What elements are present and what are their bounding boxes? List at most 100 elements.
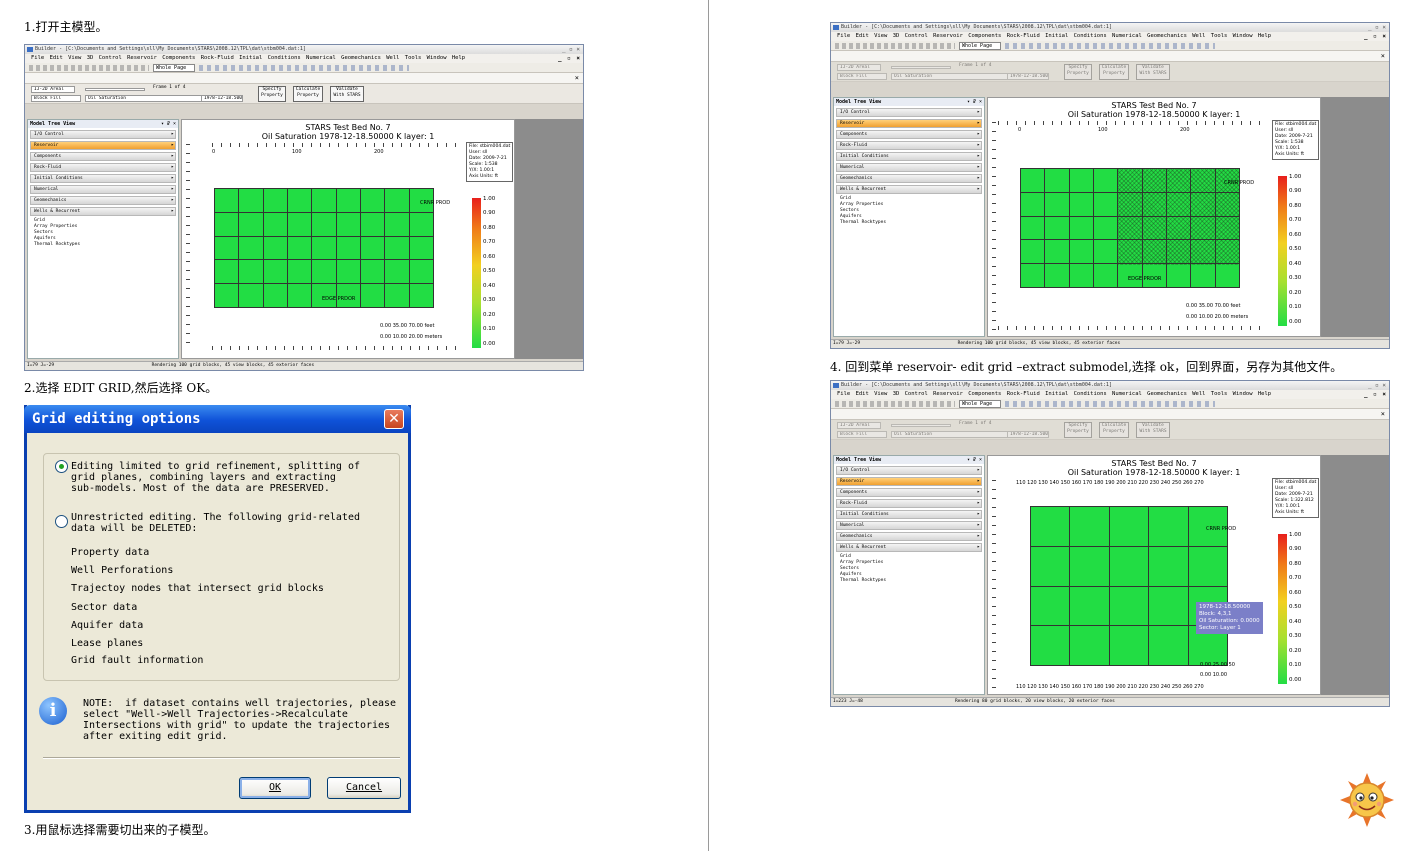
menu-initial-conditions[interactable]: Initial Conditions [1045,33,1107,39]
menu-tools[interactable]: Tools [1211,33,1228,39]
tree-io-control[interactable]: I/O Control [30,130,176,139]
validate-button[interactable]: Validate With STARS [330,86,364,102]
menu-rock-fluid[interactable]: Rock-Fluid [1007,33,1040,39]
property-select[interactable]: Oil Saturation [891,431,1025,438]
tree-numerical[interactable]: Numerical [836,163,982,172]
menu-file[interactable]: File [837,391,850,397]
block-fill-select[interactable]: Block Fill [31,95,81,102]
close-icon[interactable]: × [575,74,579,82]
menu-tools[interactable]: Tools [405,55,422,61]
property-select[interactable]: Oil Saturation [891,73,1025,80]
tree-sub-thermal[interactable]: Thermal Rocktypes [834,578,984,584]
menu-reservoir[interactable]: Reservoir [933,33,963,39]
specify-property-button[interactable]: Specify Property [1064,422,1092,438]
tree-reservoir[interactable]: Reservoir [836,119,982,128]
specify-property-button[interactable]: Specify Property [1064,64,1092,80]
cancel-button[interactable]: Cancel [327,777,401,799]
tree-numerical[interactable]: Numerical [836,521,982,530]
mdi-controls-icon[interactable]: _ ▫ × [558,54,580,63]
menu-3d-control[interactable]: 3D Control [893,33,928,39]
menu-bar[interactable]: File Edit View 3D Control Reservoir Comp… [25,54,583,63]
view-mode-select[interactable]: IJ-2D Areal [837,64,881,71]
menu-tools[interactable]: Tools [1211,391,1228,397]
tree-initial-conditions[interactable]: Initial Conditions [836,152,982,161]
tree-rock-fluid[interactable]: Rock-Fluid [836,499,982,508]
plot-area[interactable]: STARS Test Bed No. 7 Oil Saturation 1978… [987,455,1321,695]
mdi-controls-icon[interactable]: _ ▫ × [1364,32,1386,41]
close-icon[interactable]: × [1381,410,1385,418]
window-controls-icon[interactable]: _ ▫ × [562,45,580,54]
tree-components[interactable]: Components [836,130,982,139]
menu-window[interactable]: Window [427,55,447,61]
menu-numerical[interactable]: Numerical [306,55,336,61]
menu-view[interactable]: View [68,55,81,61]
menu-initial-conditions[interactable]: Initial Conditions [1045,391,1107,397]
plot-area[interactable]: STARS Test Bed No. 7 Oil Saturation 1978… [987,97,1321,337]
tree-sub-thermal[interactable]: Thermal Rocktypes [834,220,984,226]
menu-numerical[interactable]: Numerical [1112,391,1142,397]
radio-limited-editing[interactable] [55,460,68,473]
close-icon[interactable]: × [1381,52,1385,60]
ok-button[interactable]: OK [239,777,311,799]
menu-window[interactable]: Window [1233,33,1253,39]
menu-rock-fluid[interactable]: Rock-Fluid [201,55,234,61]
pin-close-icon[interactable]: ▾ ₽ × [161,120,176,128]
frame-slider[interactable] [85,88,145,91]
view-mode-select[interactable]: IJ-2D Areal [31,86,75,93]
block-fill-select[interactable]: Block Fill [837,73,887,80]
menu-view[interactable]: View [874,391,887,397]
menu-bar[interactable]: File Edit View 3D Control Reservoir Comp… [831,32,1389,41]
tree-reservoir[interactable]: Reservoir [836,477,982,486]
calculate-property-button[interactable]: Calculate Property [293,86,323,102]
menu-edit[interactable]: Edit [50,55,63,61]
menu-geomechanics[interactable]: Geomechanics [1147,33,1187,39]
tree-wells-recurrent[interactable]: Wells & Recurrent [836,185,982,194]
grid-blocks[interactable] [1030,506,1228,666]
validate-button[interactable]: Validate With STARS [1136,64,1170,80]
menu-numerical[interactable]: Numerical [1112,33,1142,39]
selected-submodel-region[interactable] [1118,169,1240,265]
frame-slider[interactable] [891,424,951,427]
view-mode-select[interactable]: IJ-2D Areal [837,422,881,429]
radio-unrestricted-editing[interactable] [55,515,68,528]
toolbar-icons-2[interactable] [1005,401,1215,407]
tree-geomechanics[interactable]: Geomechanics [30,196,176,205]
menu-components[interactable]: Components [968,391,1001,397]
tree-components[interactable]: Components [836,488,982,497]
validate-button[interactable]: Validate With STARS [1136,422,1170,438]
toolbar-icons[interactable] [835,43,955,49]
menu-reservoir[interactable]: Reservoir [127,55,157,61]
tree-wells-recurrent[interactable]: Wells & Recurrent [30,207,176,216]
menu-bar[interactable]: File Edit View 3D Control Reservoir Comp… [831,390,1389,399]
menu-view[interactable]: View [874,33,887,39]
option-unrestricted-text[interactable]: Unrestricted editing. The following grid… [71,512,360,534]
menu-well[interactable]: Well [386,55,399,61]
view-select[interactable]: Whole Page [153,64,195,72]
tree-rock-fluid[interactable]: Rock-Fluid [836,141,982,150]
window-controls-icon[interactable]: _ ▫ × [1368,23,1386,32]
toolbar-icons-2[interactable] [199,65,409,71]
frame-slider[interactable] [891,66,951,69]
menu-geomechanics[interactable]: Geomechanics [341,55,381,61]
tree-io-control[interactable]: I/O Control [836,108,982,117]
toolbar-icons[interactable] [835,401,955,407]
menu-geomechanics[interactable]: Geomechanics [1147,391,1187,397]
menu-file[interactable]: File [31,55,44,61]
tree-numerical[interactable]: Numerical [30,185,176,194]
tree-sub-thermal[interactable]: Thermal Rocktypes [28,242,178,248]
calculate-property-button[interactable]: Calculate Property [1099,422,1129,438]
view-select[interactable]: Whole Page [959,42,1001,50]
tree-rock-fluid[interactable]: Rock-Fluid [30,163,176,172]
block-fill-select[interactable]: Block Fill [837,431,887,438]
property-select[interactable]: Oil Saturation [85,95,219,102]
menu-initial-conditions[interactable]: Initial Conditions [239,55,301,61]
date-select[interactable]: 1978-12-18.5000 [201,95,243,102]
menu-file[interactable]: File [837,33,850,39]
window-controls-icon[interactable]: _ ▫ × [1368,381,1386,390]
menu-well[interactable]: Well [1192,391,1205,397]
grid-blocks[interactable] [214,188,434,308]
plot-area[interactable]: STARS Test Bed No. 7 Oil Saturation 1978… [181,119,515,359]
menu-components[interactable]: Components [968,33,1001,39]
dialog-close-button[interactable]: ✕ [384,409,404,429]
menu-components[interactable]: Components [162,55,195,61]
